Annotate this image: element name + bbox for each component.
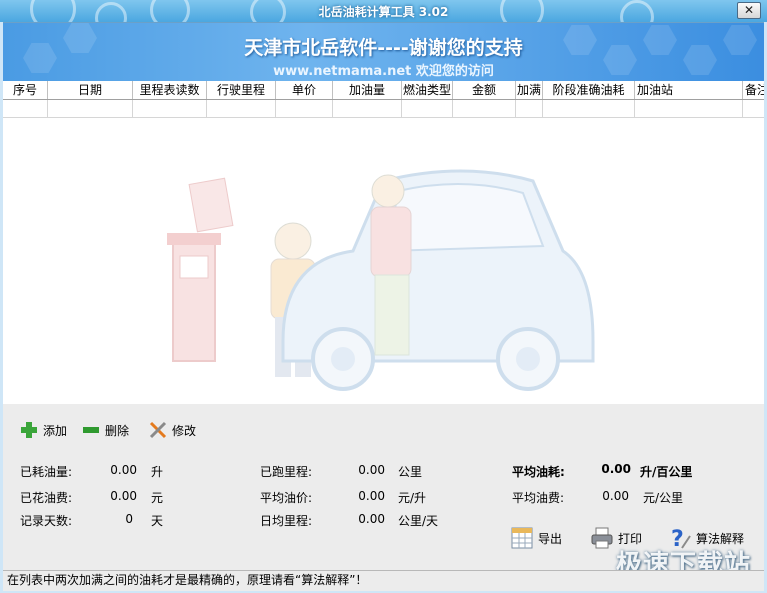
- tools-icon: [149, 421, 167, 439]
- distance-unit: 公里: [398, 465, 423, 479]
- banner-title: 天津市北岳软件----谢谢您的支持: [244, 37, 523, 59]
- export-label: 导出: [538, 531, 563, 546]
- column-header[interactable]: 加满: [516, 81, 543, 99]
- avg-price-unit: 元/升: [398, 491, 427, 505]
- avg-consumption-unit: 升/百公里: [640, 465, 693, 479]
- column-header[interactable]: 金额: [453, 81, 516, 99]
- avg-price-label: 平均油价:: [260, 491, 313, 505]
- daily-distance-label: 日均里程:: [260, 514, 313, 528]
- avg-cost-unit: 元/公里: [643, 491, 684, 505]
- export-button[interactable]: 导出: [510, 524, 562, 552]
- column-header[interactable]: 里程表读数: [133, 81, 207, 99]
- delete-label: 删除: [105, 423, 130, 438]
- days-unit: 天: [151, 514, 164, 528]
- avg-consumption-label: 平均油耗:: [512, 465, 565, 479]
- days-label: 记录天数:: [20, 514, 73, 528]
- fuel-cost-value: 0.00: [110, 489, 137, 503]
- edit-button[interactable]: 修改: [149, 419, 196, 441]
- avg-price-value: 0.00: [358, 489, 385, 503]
- edit-label: 修改: [172, 423, 197, 438]
- records-table[interactable]: 序号 日期 里程表读数 行驶里程 单价 加油量 燃油类型 金额 加满 阶段准确油…: [3, 81, 764, 404]
- column-header[interactable]: 阶段准确油耗: [543, 81, 635, 99]
- fuel-used-value: 0.00: [110, 463, 137, 477]
- gas-station-illustration: [167, 169, 595, 391]
- column-header[interactable]: 燃油类型: [402, 81, 453, 99]
- fuel-cost-label: 已花油费:: [20, 491, 73, 505]
- column-header[interactable]: 加油站: [635, 81, 743, 99]
- fuel-cost-unit: 元: [151, 491, 164, 505]
- avg-consumption-value: 0.00: [601, 462, 631, 476]
- fuel-used-unit: 升: [151, 465, 164, 479]
- column-header[interactable]: 日期: [48, 81, 133, 99]
- add-button[interactable]: 添加: [20, 419, 67, 441]
- window-title: 北岳油耗计算工具 3.02: [318, 5, 449, 19]
- fuel-used-label: 已耗油量:: [20, 465, 73, 479]
- status-text: 在列表中两次加满之间的油耗才是最精确的，原理请看“算法解释”！: [7, 573, 368, 587]
- table-header: 序号 日期 里程表读数 行驶里程 单价 加油量 燃油类型 金额 加满 阶段准确油…: [3, 81, 764, 100]
- title-bar: 北岳油耗计算工具 3.02 ✕: [0, 0, 767, 22]
- column-header[interactable]: 单价: [276, 81, 333, 99]
- distance-label: 已跑里程:: [260, 465, 313, 479]
- plus-icon: [20, 421, 38, 439]
- banner-url[interactable]: www.netmama.net 欢迎您的访问: [3, 60, 764, 79]
- delete-button[interactable]: 删除: [82, 419, 129, 441]
- minus-icon: [82, 421, 100, 439]
- distance-value: 0.00: [358, 463, 385, 477]
- column-header[interactable]: 加油量: [333, 81, 402, 99]
- table-row[interactable]: [3, 100, 764, 118]
- column-header[interactable]: 行驶里程: [207, 81, 276, 99]
- add-label: 添加: [43, 423, 68, 438]
- column-header[interactable]: 备注: [743, 81, 764, 99]
- days-value: 0: [125, 512, 133, 526]
- daily-distance-unit: 公里/天: [398, 514, 439, 528]
- close-button[interactable]: ✕: [737, 2, 761, 19]
- spreadsheet-icon: [510, 526, 534, 550]
- printer-icon: [590, 526, 614, 550]
- avg-cost-label: 平均油费:: [512, 491, 565, 505]
- column-header[interactable]: 序号: [3, 81, 48, 99]
- avg-cost-value: 0.00: [602, 489, 629, 503]
- banner: 天津市北岳软件----谢谢您的支持 www.netmama.net 欢迎您的访问: [3, 23, 764, 81]
- status-bar: 在列表中两次加满之间的油耗才是最精确的，原理请看“算法解释”！: [3, 570, 764, 591]
- daily-distance-value: 0.00: [358, 512, 385, 526]
